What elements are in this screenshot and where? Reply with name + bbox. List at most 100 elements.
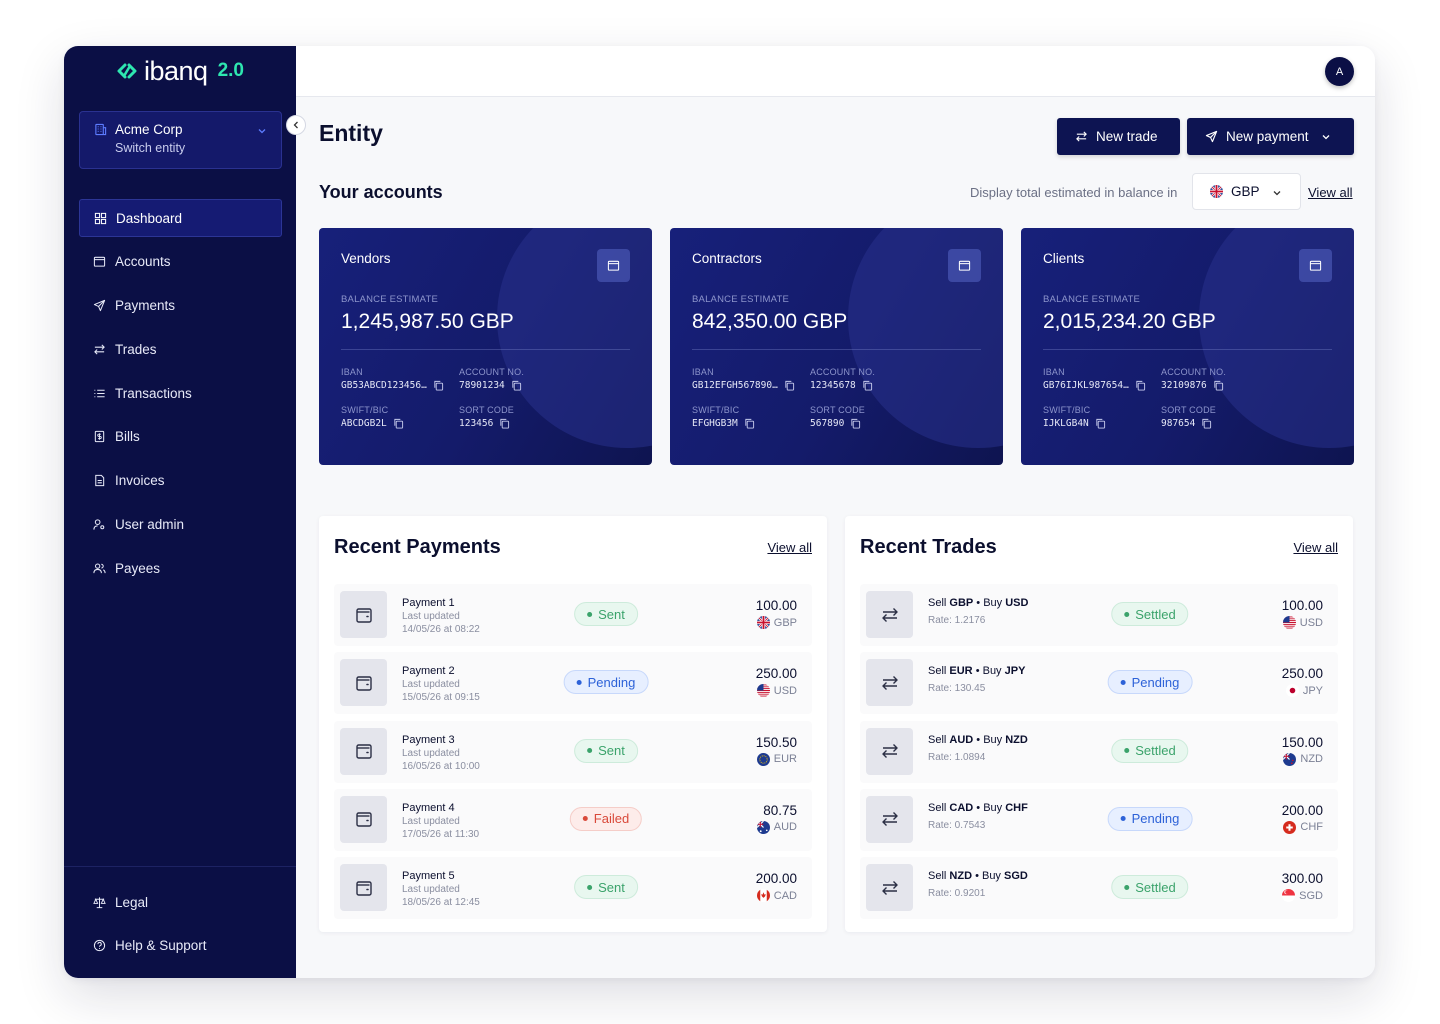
sell-currency: GBP (949, 597, 974, 609)
nav-label: User admin (115, 517, 185, 533)
trade-row[interactable]: Sell AUD • Buy NZD Rate: 1.0894 Settled … (860, 720, 1338, 783)
nav-item-legal[interactable]: Legal (79, 883, 282, 921)
arrows-icon (881, 675, 898, 690)
amount-value: 250.00 (755, 666, 797, 682)
copy-icon[interactable] (433, 380, 444, 391)
nav-item-payees[interactable]: Payees (79, 549, 282, 587)
avatar[interactable]: A (1325, 57, 1354, 86)
nav-label: Accounts (115, 254, 171, 270)
payment-row[interactable]: Payment 2 Last updated 15/05/26 at 09:15… (334, 652, 812, 715)
copy-icon[interactable] (393, 418, 404, 429)
wallet-icon (355, 676, 372, 691)
payment-name: Payment 1 (402, 597, 455, 609)
payment-row[interactable]: Payment 5 Last updated 18/05/26 at 12:45… (334, 857, 812, 920)
nav-item-transactions[interactable]: Transactions (79, 374, 282, 412)
document-icon (95, 475, 105, 487)
account-no-label: ACCOUNT NO. (810, 367, 876, 377)
status-badge: Settled (1111, 875, 1189, 900)
payment-icon-tile (340, 591, 387, 638)
balance-label: BALANCE ESTIMATE (341, 294, 438, 305)
payment-row[interactable]: Payment 1 Last updated 14/05/26 at 08:22… (334, 584, 812, 646)
swift-value: IJKLGB4N (1043, 418, 1089, 429)
account-details-button[interactable] (1299, 249, 1332, 282)
trades-view-all-link[interactable]: View all (1293, 540, 1338, 555)
currency: USD (1282, 616, 1323, 629)
nav-item-user-admin[interactable]: User admin (79, 506, 282, 544)
payment-row[interactable]: Payment 4 Last updated 17/05/26 at 11:30… (334, 788, 812, 851)
building-icon (95, 123, 107, 136)
account-details-button[interactable] (948, 249, 981, 282)
account-details-button[interactable] (597, 249, 630, 282)
sg-flag-icon (1282, 889, 1296, 903)
copy-icon[interactable] (784, 380, 795, 391)
payment-row[interactable]: Payment 3 Last updated 16/05/26 at 10:00… (334, 720, 812, 783)
account-card-contractors[interactable]: Contractors BALANCE ESTIMATE 842,350.00 … (670, 228, 1003, 465)
new-trade-button[interactable]: New trade (1057, 118, 1180, 155)
payment-list: Payment 1 Last updated 14/05/26 at 08:22… (334, 584, 812, 925)
entity-switcher[interactable]: Acme Corp Switch entity (79, 111, 282, 169)
account-no-value: 12345678 (810, 380, 856, 391)
copy-icon[interactable] (744, 418, 755, 429)
copy-icon[interactable] (511, 380, 522, 391)
help-icon (93, 940, 106, 952)
nav-item-bills[interactable]: Bills (79, 418, 282, 456)
payments-view-all-link[interactable]: View all (767, 540, 812, 555)
copy-icon[interactable] (850, 418, 861, 429)
currency-code: CAD (773, 889, 797, 902)
copy-icon[interactable] (1201, 418, 1212, 429)
swift-label: SWIFT/BIC (1043, 405, 1091, 415)
nav-item-dashboard[interactable]: Dashboard (79, 199, 282, 237)
nav-item-payments[interactable]: Payments (79, 287, 282, 325)
trade-row[interactable]: Sell GBP • Buy USD Rate: 1.2176 Settled … (860, 584, 1338, 646)
trade-rate: Rate: 130.45 (928, 683, 986, 695)
bill-icon (94, 431, 105, 443)
last-updated-value: 17/05/26 at 11:30 (402, 828, 480, 840)
arrows-icon (94, 344, 105, 355)
copy-icon[interactable] (1135, 380, 1146, 391)
copy-icon[interactable] (862, 380, 873, 391)
currency-code: EUR (773, 753, 797, 766)
account-name: Vendors (341, 251, 391, 266)
status-dot (576, 679, 582, 685)
user-key-icon (93, 519, 105, 530)
status-dot (587, 611, 593, 617)
account-no-label: ACCOUNT NO. (459, 367, 525, 377)
account-card-vendors[interactable]: Vendors BALANCE ESTIMATE 1,245,987.50 GB… (319, 228, 652, 465)
nav-item-help[interactable]: Help & Support (79, 927, 282, 965)
display-currency-select[interactable]: GBP (1192, 173, 1301, 210)
nz-flag-icon (1283, 752, 1297, 766)
recent-trades-title: Recent Trades (860, 536, 997, 558)
collapse-sidebar-button[interactable] (286, 115, 306, 135)
chevron-left-icon (293, 121, 298, 129)
copy-icon[interactable] (1095, 418, 1106, 429)
dashboard-icon (94, 212, 107, 224)
sidebar-divider (64, 866, 296, 867)
trade-rate: Rate: 1.0894 (928, 751, 986, 763)
currency: NZD (1283, 752, 1323, 766)
sell-currency: EUR (949, 665, 973, 678)
accounts-view-all-link[interactable]: View all (1308, 185, 1353, 200)
copy-icon[interactable] (499, 418, 510, 429)
amount-value: 150.00 (1281, 734, 1323, 750)
balance-value: 842,350.00 GBP (692, 310, 848, 333)
nav-item-accounts[interactable]: Accounts (79, 243, 282, 281)
copy-icon[interactable] (1213, 380, 1224, 391)
new-payment-button[interactable]: New payment (1187, 118, 1354, 155)
logo[interactable]: ibanq 2.0 (116, 56, 244, 86)
status-text: Sent (598, 879, 625, 895)
trade-row[interactable]: Sell NZD • Buy SGD Rate: 0.9201 Settled … (860, 857, 1338, 920)
nav-item-invoices[interactable]: Invoices (79, 462, 282, 500)
status-dot (582, 816, 588, 822)
gb-flag-icon (756, 616, 770, 629)
wallet-icon (355, 607, 372, 623)
trade-row[interactable]: Sell CAD • Buy CHF Rate: 0.7543 Pending … (860, 788, 1338, 851)
brand-version: 2.0 (217, 60, 244, 81)
users-icon (93, 563, 106, 574)
card-divider (341, 349, 630, 350)
accounts-section-title: Your accounts (319, 182, 443, 202)
account-card-clients[interactable]: Clients BALANCE ESTIMATE 2,015,234.20 GB… (1021, 228, 1354, 465)
status-text: Pending (587, 674, 636, 690)
trade-row[interactable]: Sell EUR • Buy JPY Rate: 130.45 Pending … (860, 652, 1338, 715)
status-dot (1120, 679, 1126, 685)
nav-item-trades[interactable]: Trades (79, 330, 282, 368)
